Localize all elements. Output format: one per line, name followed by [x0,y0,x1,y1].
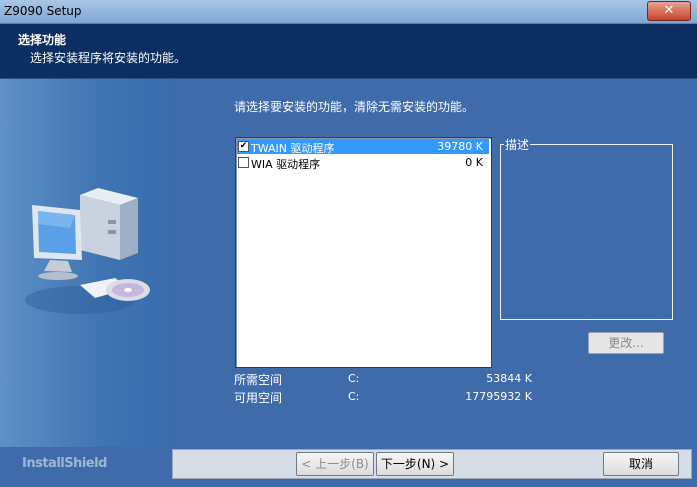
description-box [500,144,673,320]
available-space-drive: C: [348,390,360,403]
computer-setup-icon [25,188,150,314]
change-button[interactable]: 更改... [588,332,664,354]
feature-size: 0 K [465,156,483,169]
cancel-button[interactable]: 取消 [603,452,679,476]
required-space-value: 53844 K [486,372,532,385]
title-bar: Z9090 Setup ✕ [0,0,697,24]
close-icon: ✕ [663,3,675,18]
window-title: Z9090 Setup [4,4,82,18]
feature-checkbox-unchecked[interactable] [238,157,249,168]
required-space-label: 所需空间 [234,373,283,387]
description-label: 描述 [504,136,531,153]
feature-size: 39780 K [437,140,483,153]
list-item[interactable]: WIA 驱动程序 0 K [237,155,489,171]
available-space-value: 17795932 K [465,390,532,403]
page-header: 选择功能 选择安装程序将安装的功能。 [0,24,697,79]
page-title: 选择功能 [18,33,67,47]
feature-name: WIA 驱动程序 [251,158,321,171]
page-subtitle: 选择安装程序将安装的功能。 [30,51,187,65]
available-space-label: 可用空间 [234,391,283,405]
list-item[interactable]: ✔ TWAIN 驱动程序 39780 K [237,139,489,155]
close-button[interactable]: ✕ [647,1,691,21]
required-space-drive: C: [348,372,360,385]
instruction-text: 请选择要安装的功能，清除无需安装的功能。 [234,100,475,114]
next-button[interactable]: 下一步(N) > [376,452,454,476]
installshield-logo: InstallShield [22,456,107,471]
back-button[interactable]: < 上一步(B) [296,452,374,476]
feature-checkbox-checked[interactable]: ✔ [238,141,249,152]
feature-name: TWAIN 驱动程序 [251,142,335,155]
feature-list[interactable]: ✔ TWAIN 驱动程序 39780 K WIA 驱动程序 0 K [235,137,492,368]
